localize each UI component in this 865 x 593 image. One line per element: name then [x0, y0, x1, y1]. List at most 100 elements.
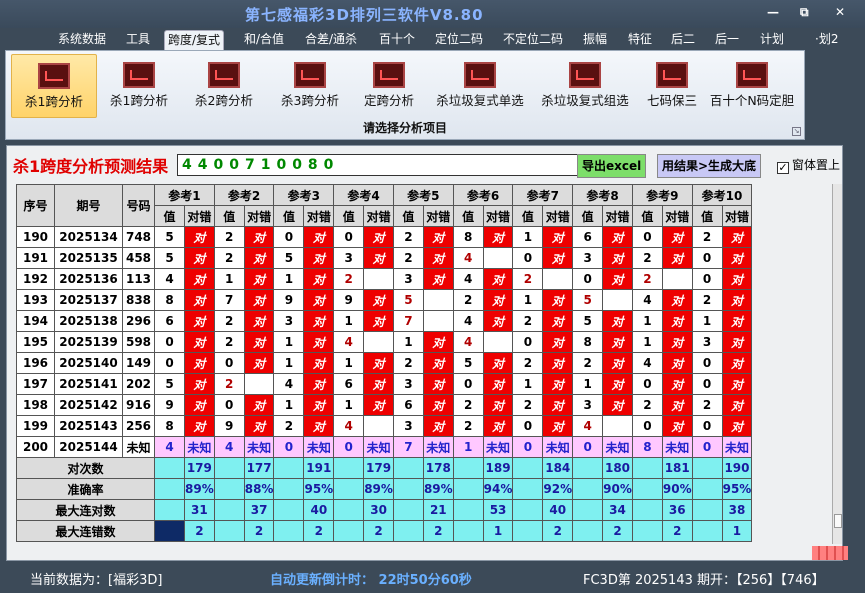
cell-value: 9	[154, 394, 185, 416]
ribbon-expand-icon[interactable]: ↘	[792, 127, 801, 136]
check-subheader: 对错	[661, 205, 693, 227]
stats-row: 最大连对数 31 37 40 30 21 53 40 34 36 38	[16, 499, 753, 521]
table-row[interactable]: 193 2025137 838 8 对 7 对 9 对 9 对 5 2 对 1 对 5 4 对 2 对	[16, 289, 753, 311]
ribbon-button[interactable]: 杀垃圾复式组选	[536, 54, 634, 118]
ribbon-button[interactable]: 杀1跨分析	[100, 54, 178, 118]
cell-issue: 2025142	[54, 394, 123, 416]
table-row[interactable]: 196 2025140 149 0 对 0 对 1 对 1 对 2 对 5 对 2 对 2 对 4 对 0 对	[16, 352, 753, 374]
minimize-button[interactable]: —	[767, 5, 779, 19]
menu-item[interactable]: 百十个	[376, 30, 418, 50]
menu-item[interactable]: 和/合值	[241, 30, 287, 50]
stats-value: 92%	[542, 478, 574, 500]
check-subheader: 对错	[422, 205, 454, 227]
cell-value: 4	[452, 310, 484, 332]
table-row[interactable]: 190 2025134 748 5 对 2 对 0 对 0 对 2 对 8 对 1 对 6 对 0 对 2 对	[16, 226, 753, 248]
table-row[interactable]: 199 2025143 256 8 对 9 对 2 对 4 3 对 2 对 0 对 4 0 对 0 对	[16, 415, 753, 437]
stats-value: 89%	[363, 478, 394, 500]
menu-item[interactable]: ·划2	[812, 30, 841, 50]
cell-code: 458	[122, 247, 155, 269]
menu-item[interactable]: 计划	[757, 30, 787, 50]
stats-value: 184	[542, 457, 574, 479]
cell-value: 2	[452, 415, 484, 437]
stats-blank	[392, 478, 424, 500]
menu-item[interactable]: 不定位二码	[500, 30, 566, 50]
menu-item[interactable]: 工具	[123, 30, 153, 50]
cell-value: 4	[631, 289, 663, 311]
cell-value: 3	[392, 268, 424, 290]
ref-header: 参考10	[691, 184, 753, 206]
ribbon-button[interactable]: 杀3跨分析	[268, 54, 352, 118]
pending-row[interactable]: 200 2025144 未知 4 未知 4 未知 0 未知 0 未知 7 未知 1 未知 0 未知 0 未知 8 未知 0…	[16, 436, 753, 458]
ribbon-button[interactable]: 杀垃圾复式单选	[428, 54, 532, 118]
cell-value: 4	[333, 331, 365, 353]
menu-item[interactable]: 合差/通杀	[302, 30, 360, 50]
cell-issue: 2025136	[54, 268, 123, 290]
cell-hit: 对	[243, 352, 275, 374]
stats-value: 94%	[482, 478, 514, 500]
menu-item[interactable]: 跨度/复式	[164, 30, 225, 50]
cell-hit: 对	[184, 415, 215, 437]
cell-hit: 对	[363, 394, 394, 416]
cell-seq: 195	[16, 331, 55, 353]
menu-item[interactable]: 后一	[712, 30, 742, 50]
maximize-button[interactable]: ⧉	[800, 5, 809, 20]
cell-value: 1	[213, 268, 245, 290]
stats-value: 31	[184, 499, 215, 521]
cell-value: 3	[333, 247, 365, 269]
topmost-checkbox[interactable]: ✓ 窗体置上	[777, 156, 840, 174]
stats-value: 179	[184, 457, 215, 479]
menu-item[interactable]: 系统数据	[55, 30, 109, 50]
menu-item[interactable]: 后二	[668, 30, 698, 50]
stats-label: 对次数	[16, 457, 155, 479]
menu-item[interactable]: 定位二码	[432, 30, 486, 50]
result-field[interactable]: 4400710080	[177, 154, 579, 176]
ribbon-button-label: 杀1跨分析	[25, 94, 83, 109]
cell-hit: 对	[482, 310, 514, 332]
cell-issue: 2025143	[54, 415, 123, 437]
cell-hit: 对	[303, 226, 335, 248]
ribbon-button[interactable]: 百十个N码定胆	[706, 54, 798, 118]
cell-code: 916	[122, 394, 155, 416]
cell-value: 9	[273, 289, 305, 311]
cell-code: 未知	[122, 436, 155, 458]
ribbon-button[interactable]: 杀2跨分析	[182, 54, 266, 118]
generate-button[interactable]: 用结果>生成大底	[657, 154, 762, 178]
table-row[interactable]: 192 2025136 113 4 对 1 对 1 对 2 3 对 4 对 2 0 对 2 0 对	[16, 268, 753, 290]
export-excel-button[interactable]: 导出excel	[577, 154, 647, 178]
cell-hit: 对	[422, 415, 454, 437]
menu-item[interactable]: 特征	[625, 30, 655, 50]
cell-value: 5	[572, 289, 604, 311]
stats-value: 89%	[184, 478, 215, 500]
cell-value: 3	[392, 373, 424, 395]
cell-hit: 对	[422, 373, 454, 395]
cell-value: 2	[392, 226, 424, 248]
ribbon-button-label: 杀垃圾复式单选	[436, 93, 524, 108]
cell-value: 5	[154, 247, 185, 269]
progress-strip	[812, 546, 848, 560]
menu-item[interactable]: 振幅	[580, 30, 610, 50]
cell-value: 3	[691, 331, 723, 353]
cell-hit: 对	[482, 268, 514, 290]
stats-value: 90%	[602, 478, 633, 500]
close-button[interactable]: ✕	[835, 5, 845, 19]
cell-value: 2	[452, 289, 484, 311]
scroll-thumb[interactable]	[834, 514, 842, 528]
table-row[interactable]: 195 2025139 598 0 对 2 对 1 对 4 1 对 4 0 对 8 对 1 对 3 对	[16, 331, 753, 353]
table-row[interactable]: 198 2025142 916 9 对 0 对 1 对 1 对 6 对 2 对 2 对 3 对 2 对 2 对	[16, 394, 753, 416]
ribbon-button[interactable]: 七码保三	[640, 54, 704, 118]
stats-row: 最大连错数 2 2 2 2 2 1 2 2 2 1	[16, 520, 753, 542]
table-row[interactable]: 191 2025135 458 5 对 2 对 5 对 3 对 2 对 4 0 对 3 对 2 对 0 对	[16, 247, 753, 269]
vertical-scrollbar[interactable]	[832, 184, 842, 544]
col-seq-header: 序号	[16, 184, 55, 227]
stats-blank	[154, 478, 185, 500]
stats-value: 191	[303, 457, 335, 479]
cell-value: 2	[512, 352, 544, 374]
table-row[interactable]: 194 2025138 296 6 对 2 对 3 对 1 对 7 4 对 2 对 5 对 1 对 1 对	[16, 310, 753, 332]
cell-hit: 对	[422, 226, 454, 248]
cell-value: 4	[213, 436, 245, 458]
ribbon-button[interactable]: 杀1跨分析	[11, 54, 97, 118]
cell-hit: 对	[422, 331, 454, 353]
cell-value: 3	[572, 247, 604, 269]
table-row[interactable]: 197 2025141 202 5 对 2 4 对 6 对 3 对 0 对 1 对 1 对 0 对 0 对	[16, 373, 753, 395]
ribbon-button[interactable]: 定跨分析	[354, 54, 424, 118]
